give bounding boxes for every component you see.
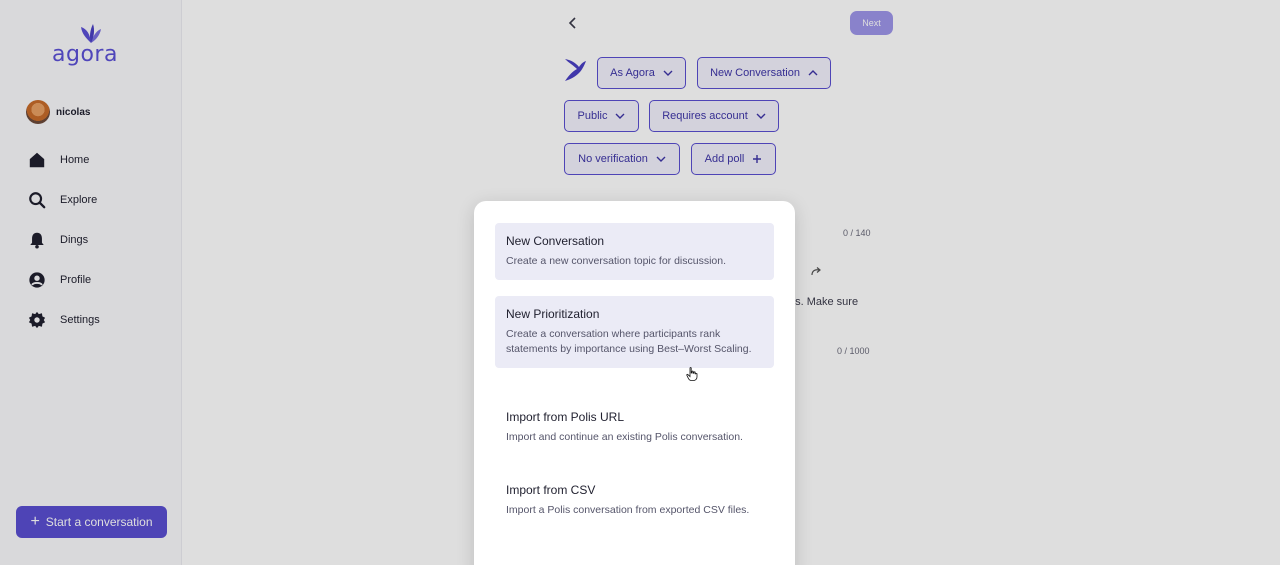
menu-item-title: New Conversation [506, 234, 605, 248]
menu-item-title: Import from CSV [506, 483, 596, 497]
menu-item-new-conversation[interactable]: New Conversation Create a new conversati… [495, 223, 774, 280]
menu-item-import-polis-url[interactable]: Import from Polis URL Import and continu… [495, 399, 774, 456]
conversation-type-menu: New Conversation Create a new conversati… [474, 201, 795, 565]
menu-item-new-prioritization[interactable]: New Prioritization Create a conversation… [495, 296, 774, 368]
menu-item-import-csv[interactable]: Import from CSV Import a Polis conversat… [495, 472, 774, 529]
menu-item-title: New Prioritization [506, 307, 600, 321]
menu-item-title: Import from Polis URL [506, 410, 625, 424]
menu-item-description: Create a conversation where participants… [506, 328, 752, 355]
menu-item-description: Create a new conversation topic for disc… [506, 255, 727, 267]
menu-item-description: Import a Polis conversation from exporte… [506, 504, 750, 516]
menu-item-description: Import and continue an existing Polis co… [506, 431, 743, 443]
hand-pointer-icon [686, 367, 698, 381]
